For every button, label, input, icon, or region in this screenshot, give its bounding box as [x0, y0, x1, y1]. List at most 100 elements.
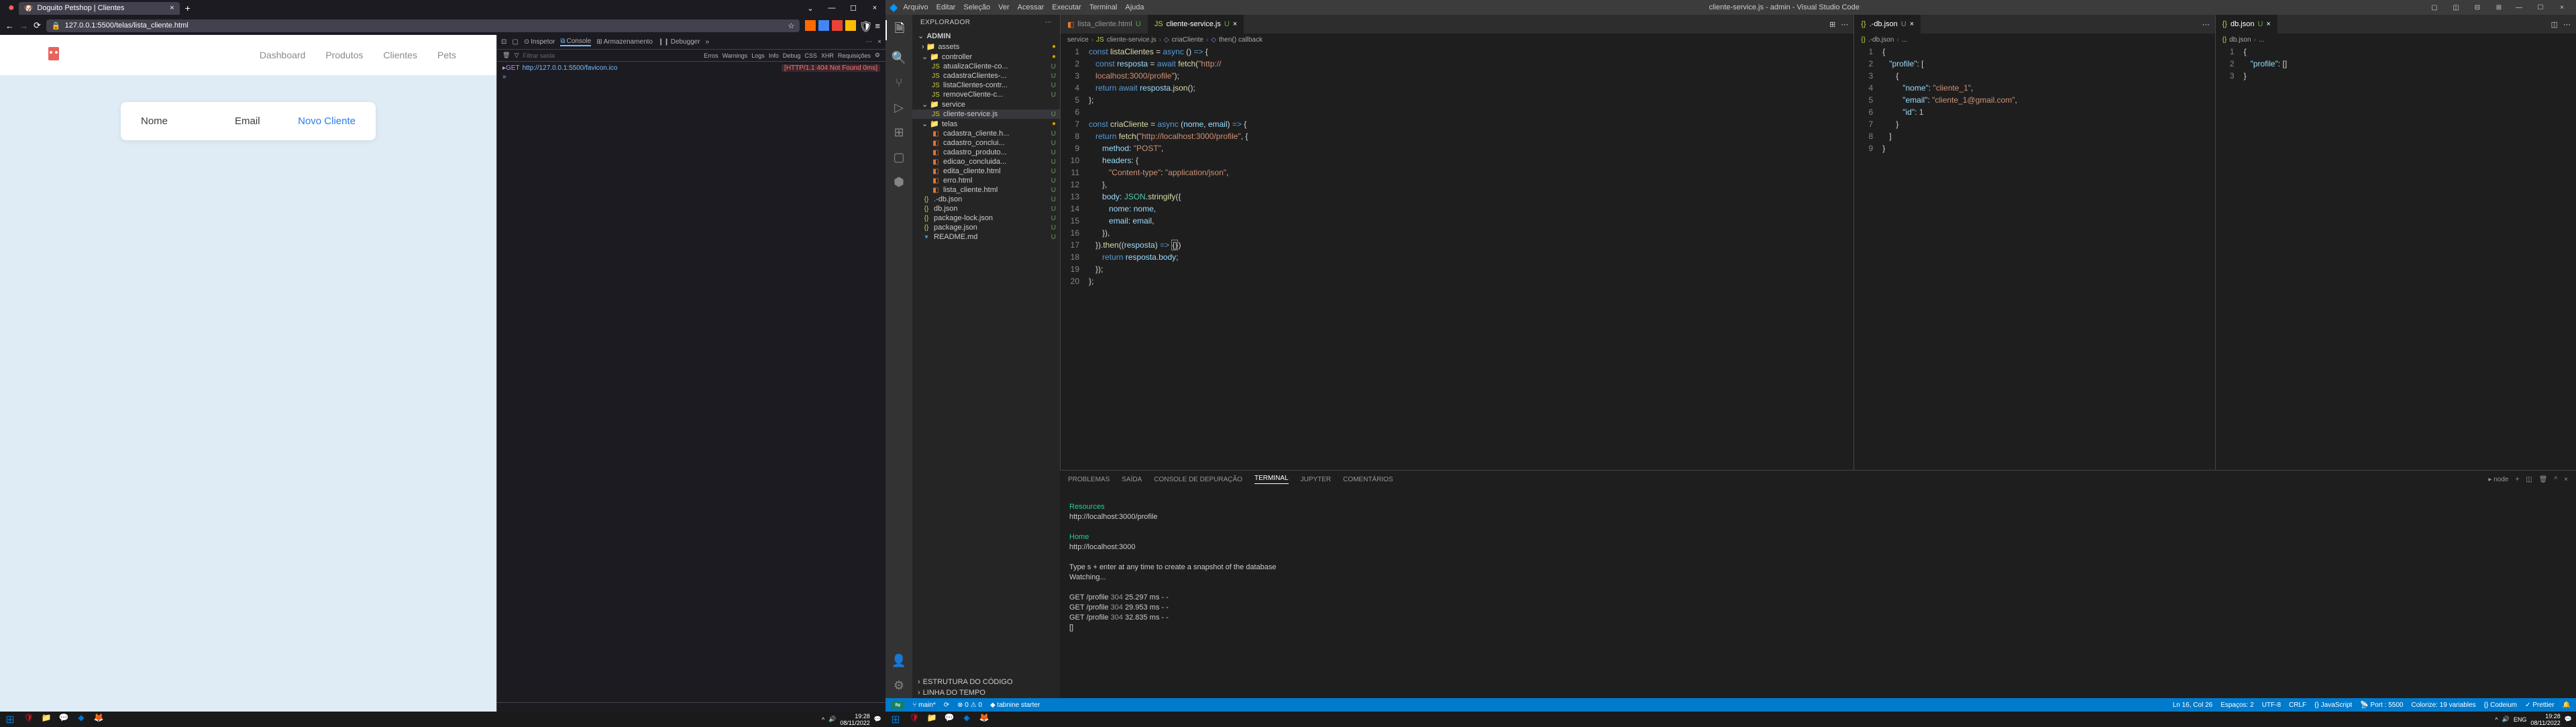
breadcrumbs[interactable]: {}db.json›... [2216, 34, 2576, 46]
file-item[interactable]: ◧ lista_cliente.htmlU [912, 185, 1060, 195]
trash-icon[interactable]: 🗑 [502, 52, 510, 59]
tab-storage[interactable]: ⊞ Armazenamento [596, 38, 653, 46]
maximize-button[interactable]: ☐ [2530, 4, 2551, 11]
layout-icon-3[interactable]: ⊟ [2467, 4, 2487, 11]
tab-comentarios[interactable]: COMENTÁRIOS [1343, 476, 1393, 483]
cursor-position[interactable]: Ln 16, Col 26 [2173, 701, 2213, 709]
taskbar-app[interactable]: 📁 [38, 713, 55, 726]
filter-debug[interactable]: Debug [783, 52, 801, 59]
tab-console-dep[interactable]: CONSOLE DE DEPURAÇÃO [1154, 476, 1242, 483]
taskbar-app[interactable]: 🦊 [975, 713, 993, 726]
tab-console[interactable]: ⧉ Console [560, 38, 591, 46]
git-branch[interactable]: ⑂ main* [912, 701, 935, 709]
encoding-status[interactable]: UTF-8 [2262, 701, 2281, 709]
folder-controller[interactable]: ⌄ 📁 controller● [912, 52, 1060, 62]
prettier-status[interactable]: ✓ Prettier [2525, 701, 2554, 709]
code-editor[interactable]: 1234567891011121314151617181920 const li… [1061, 46, 1854, 470]
doguito-logo[interactable] [40, 42, 67, 68]
nav-dashboard[interactable]: Dashboard [260, 50, 306, 60]
forward-button[interactable]: → [19, 21, 28, 31]
clock[interactable]: 19:2808/11/2022 [840, 713, 869, 726]
filter-xhr[interactable]: XHR [821, 52, 834, 59]
taskbar-app[interactable]: 📁 [923, 713, 941, 726]
colorize-status[interactable]: Colorize: 19 variables [2411, 701, 2475, 709]
tray-icon[interactable]: 🔊 [828, 716, 836, 723]
git-icon[interactable]: ⑂ [896, 76, 903, 90]
more-icon[interactable]: ⋯ [2563, 20, 2571, 29]
ext-icon-5[interactable]: 🛡 [859, 20, 869, 31]
codeium-status[interactable]: {} Codeium [2484, 701, 2518, 709]
device-icon[interactable]: ▢ [512, 38, 518, 46]
filter-erros[interactable]: Erros [704, 52, 718, 59]
ext-icon-3[interactable] [832, 20, 843, 31]
menu-terminal[interactable]: Terminal [1089, 3, 1118, 11]
minimize-button[interactable]: — [2509, 4, 2529, 11]
settings-icon[interactable]: ⚙ [894, 679, 904, 693]
file-item[interactable]: JS listaClientes-contr...U [912, 81, 1060, 90]
breadcrumbs[interactable]: service› JScliente-service.js› ◇criaClie… [1061, 34, 1854, 46]
reload-button[interactable]: ⟳ [34, 20, 41, 31]
extensions-icon[interactable]: ⊞ [894, 126, 904, 140]
file-item[interactable]: {} .-db.jsonU [912, 195, 1060, 204]
layout-icon-1[interactable]: ▢ [2424, 4, 2445, 11]
file-item[interactable]: ▾ README.mdU [912, 232, 1060, 242]
ext-icon-1[interactable] [805, 20, 816, 31]
code-editor[interactable]: 123 { "profile": [] } [2216, 46, 2576, 470]
tab-cliente-service[interactable]: JScliente-service.js U× [1148, 15, 1244, 34]
menu-acessar[interactable]: Acessar [1018, 3, 1044, 11]
new-tab-button[interactable]: + [185, 3, 191, 13]
lang-indicator[interactable]: ENG [2514, 716, 2527, 723]
menu-arquivo[interactable]: Arquivo [903, 3, 928, 11]
maximize-button[interactable]: ☐ [843, 4, 864, 13]
filter-logs[interactable]: Logs [751, 52, 765, 59]
devtools-close-icon[interactable]: × [877, 38, 881, 46]
file-item[interactable]: ◧ edita_cliente.htmlU [912, 166, 1060, 176]
notifications-icon[interactable]: 🔔 [2563, 701, 2571, 709]
folder-service[interactable]: ⌄ 📁 service [912, 99, 1060, 109]
code-editor[interactable]: 123456789 { "profile": [ { "nome": "clie… [1854, 46, 2214, 470]
tray-icon[interactable]: 🔊 [2502, 716, 2510, 723]
dropdown-icon[interactable]: ⌄ [800, 4, 821, 13]
file-item[interactable]: {} package-lock.jsonU [912, 213, 1060, 223]
tab-terminal[interactable]: TERMINAL [1254, 475, 1289, 484]
menu-ajuda[interactable]: Ajuda [1125, 3, 1144, 11]
notifications-icon[interactable]: 💬 [874, 716, 881, 723]
nav-clientes[interactable]: Clientes [383, 50, 417, 60]
devtools-settings-icon[interactable]: ⋯ [865, 38, 872, 46]
git-sync[interactable]: ⟳ [944, 701, 949, 709]
taskbar-app[interactable]: 🦊 [90, 713, 107, 726]
tab-jupyter[interactable]: JUPYTER [1301, 476, 1332, 483]
docker-icon[interactable]: ⬢ [894, 175, 904, 189]
menu-selecao[interactable]: Seleção [963, 3, 990, 11]
clock[interactable]: 19:2808/11/2022 [2530, 713, 2560, 726]
lang-status[interactable]: {} JavaScript [2314, 701, 2352, 709]
settings-icon[interactable]: ⚙ [875, 52, 880, 59]
taskbar-app[interactable]: ◆ [958, 713, 975, 726]
indent-status[interactable]: Espaços: 2 [2220, 701, 2253, 709]
more-icon[interactable]: ⋯ [2202, 20, 2210, 29]
taskbar-app[interactable]: 🛡 [20, 713, 38, 726]
bookmark-icon[interactable]: ☆ [788, 21, 795, 30]
file-cliente-service[interactable]: JS cliente-service.jsU [912, 109, 1060, 119]
notifications-icon[interactable]: 💬 [2565, 716, 2572, 723]
breadcrumbs[interactable]: {}.-db.json›... [1854, 34, 2214, 46]
start-button[interactable]: ⊞ [885, 713, 906, 726]
new-terminal-icon[interactable]: + [2515, 476, 2519, 483]
tray-icon[interactable]: ^ [2495, 716, 2498, 723]
more-icon[interactable]: ⋯ [1841, 20, 1848, 29]
search-icon[interactable]: 🔍 [892, 51, 906, 65]
tab-inspector[interactable]: ⊙ Inspetor [524, 38, 555, 46]
account-icon[interactable]: 👤 [892, 654, 906, 668]
trash-icon[interactable]: 🗑 [2539, 476, 2548, 483]
compare-icon[interactable]: ⊞ [1829, 20, 1835, 29]
folder-telas[interactable]: ⌄ 📁 telas● [912, 119, 1060, 129]
tab-lista-cliente[interactable]: ◧lista_cliente.html U [1061, 15, 1148, 34]
close-button[interactable]: × [2552, 4, 2572, 11]
close-button[interactable]: × [864, 4, 885, 13]
folder-assets[interactable]: › 📁 assets● [912, 42, 1060, 52]
layout-icon-2[interactable]: ◫ [2446, 4, 2466, 11]
timeline-section[interactable]: › LINHA DO TEMPO [912, 687, 1060, 698]
debug-icon[interactable]: ▷ [894, 101, 904, 115]
minimap[interactable] [1813, 46, 1854, 470]
start-button[interactable]: ⊞ [0, 713, 20, 726]
